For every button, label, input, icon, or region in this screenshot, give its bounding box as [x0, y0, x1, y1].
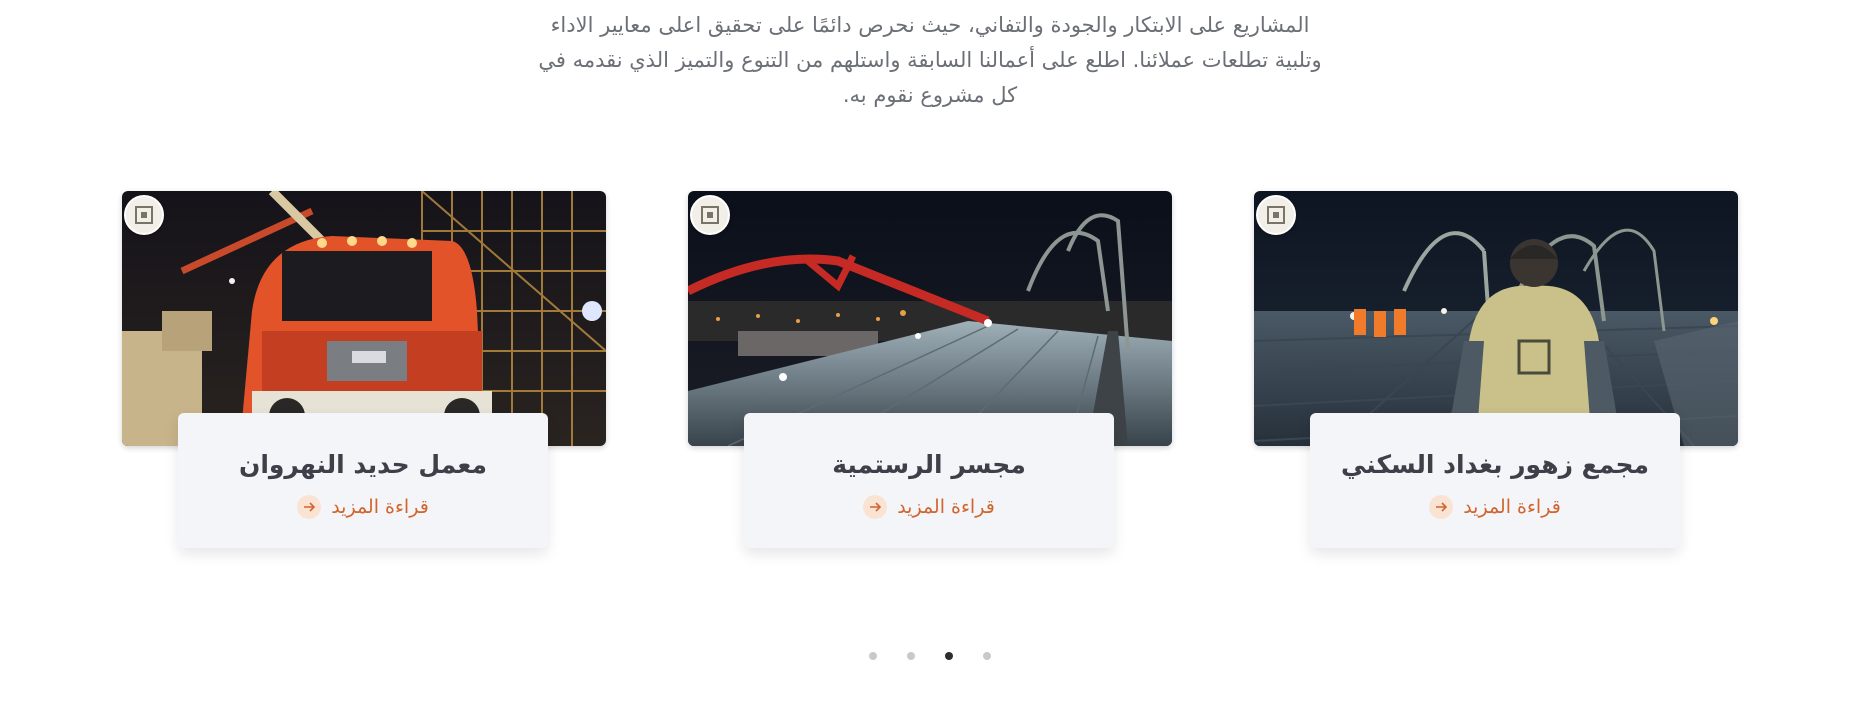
project-info: مجسر الرستمية قراءة المزيد	[744, 413, 1114, 548]
project-image[interactable]	[122, 191, 606, 446]
read-more-label: قراءة المزيد	[331, 496, 429, 518]
carousel-dot[interactable]	[907, 652, 915, 660]
project-card[interactable]: مجمع زهور بغداد السكني قراءة المزيد	[1254, 191, 1738, 551]
carousel-dot[interactable]	[945, 652, 953, 660]
intro-line: وتلبية تطلعات عملائنا. اطلع على أعمالنا …	[538, 48, 1322, 72]
company-logo-icon	[1256, 195, 1296, 235]
intro-line: كل مشروع نقوم به.	[842, 83, 1018, 107]
arrow-icon	[863, 495, 888, 519]
intro-line: المشاريع على الابتكار والجودة والتفاني، …	[550, 13, 1310, 37]
project-image[interactable]	[1254, 191, 1738, 446]
section-intro: المشاريع على الابتكار والجودة والتفاني، …	[500, 8, 1360, 113]
read-more-link[interactable]: قراءة المزيد	[863, 495, 995, 519]
project-title: مجمع زهور بغداد السكني	[1340, 450, 1649, 479]
carousel-dot[interactable]	[983, 652, 991, 660]
project-title: مجسر الرستمية	[832, 450, 1026, 479]
carousel-pagination	[869, 652, 991, 660]
arrow-icon	[1429, 495, 1454, 519]
carousel-dot[interactable]	[869, 652, 877, 660]
project-title: معمل حديد النهروان	[238, 450, 488, 479]
projects-section: المشاريع على الابتكار والجودة والتفاني، …	[0, 0, 1857, 706]
project-card[interactable]: معمل حديد النهروان قراءة المزيد	[122, 191, 606, 551]
company-logo-icon	[690, 195, 730, 235]
read-more-label: قراءة المزيد	[897, 496, 995, 518]
read-more-link[interactable]: قراءة المزيد	[1429, 495, 1561, 519]
company-logo-icon	[124, 195, 164, 235]
project-info: معمل حديد النهروان قراءة المزيد	[178, 413, 548, 548]
project-image[interactable]	[688, 191, 1172, 446]
read-more-label: قراءة المزيد	[1463, 496, 1561, 518]
arrow-icon	[297, 495, 322, 519]
project-card[interactable]: مجسر الرستمية قراءة المزيد	[688, 191, 1172, 551]
project-info: مجمع زهور بغداد السكني قراءة المزيد	[1310, 413, 1680, 548]
read-more-link[interactable]: قراءة المزيد	[297, 495, 429, 519]
